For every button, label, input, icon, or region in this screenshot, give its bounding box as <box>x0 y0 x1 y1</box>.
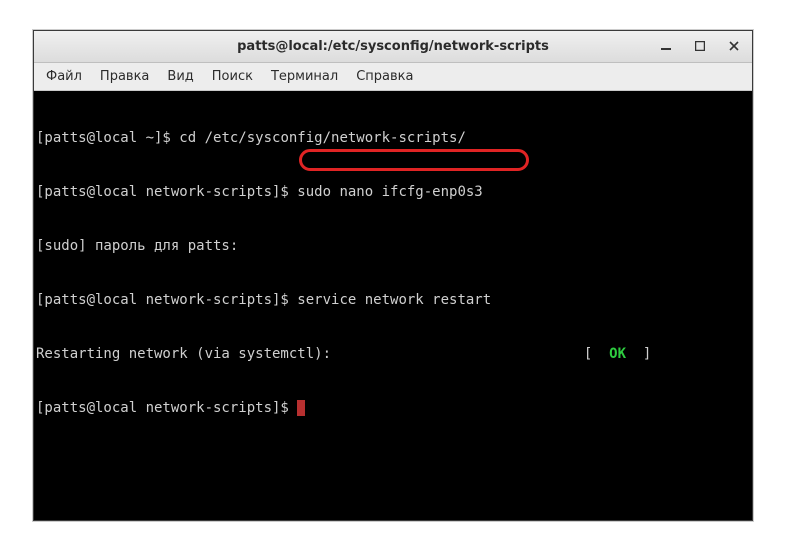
prompt: [patts@local network-scripts]$ <box>36 184 297 200</box>
output-text: [sudo] пароль для patts: <box>36 238 238 254</box>
titlebar[interactable]: patts@local:/etc/sysconfig/network-scrip… <box>34 31 752 63</box>
prompt: [patts@local ~]$ <box>36 130 179 146</box>
terminal-line: [patts@local network-scripts]$ service n… <box>36 291 750 309</box>
close-icon <box>729 41 739 51</box>
menu-edit[interactable]: Правка <box>92 65 157 88</box>
minimize-icon <box>661 41 671 51</box>
window-title: patts@local:/etc/sysconfig/network-scrip… <box>237 39 549 54</box>
prompt: [patts@local network-scripts]$ <box>36 292 297 308</box>
terminal-output[interactable]: [patts@local ~]$ cd /etc/sysconfig/netwo… <box>34 91 752 520</box>
menu-help[interactable]: Справка <box>348 65 421 88</box>
close-button[interactable] <box>722 35 746 57</box>
window-controls <box>654 35 746 57</box>
output-text: Restarting network (via systemctl): [ <box>36 346 609 362</box>
menubar: Файл Правка Вид Поиск Терминал Справка <box>34 63 752 91</box>
terminal-window: patts@local:/etc/sysconfig/network-scrip… <box>33 30 753 521</box>
maximize-button[interactable] <box>688 35 712 57</box>
output-text: ] <box>626 346 651 362</box>
menu-terminal[interactable]: Терминал <box>263 65 346 88</box>
status-ok: OK <box>609 346 626 362</box>
command-text: service network restart <box>297 292 491 308</box>
terminal-line: [patts@local network-scripts]$ <box>36 399 750 417</box>
menu-file[interactable]: Файл <box>38 65 90 88</box>
command-text: cd /etc/sysconfig/network-scripts/ <box>179 130 466 146</box>
menu-view[interactable]: Вид <box>159 65 201 88</box>
terminal-line: [patts@local network-scripts]$ sudo nano… <box>36 183 750 201</box>
prompt: [patts@local network-scripts]$ <box>36 400 297 416</box>
terminal-line: [patts@local ~]$ cd /etc/sysconfig/netwo… <box>36 129 750 147</box>
minimize-button[interactable] <box>654 35 678 57</box>
terminal-line: [sudo] пароль для patts: <box>36 237 750 255</box>
cursor-icon <box>297 400 305 416</box>
menu-search[interactable]: Поиск <box>204 65 261 88</box>
command-text: sudo nano ifcfg-enp0s3 <box>297 184 482 200</box>
terminal-line: Restarting network (via systemctl): [ OK… <box>36 345 750 363</box>
maximize-icon <box>695 41 705 51</box>
